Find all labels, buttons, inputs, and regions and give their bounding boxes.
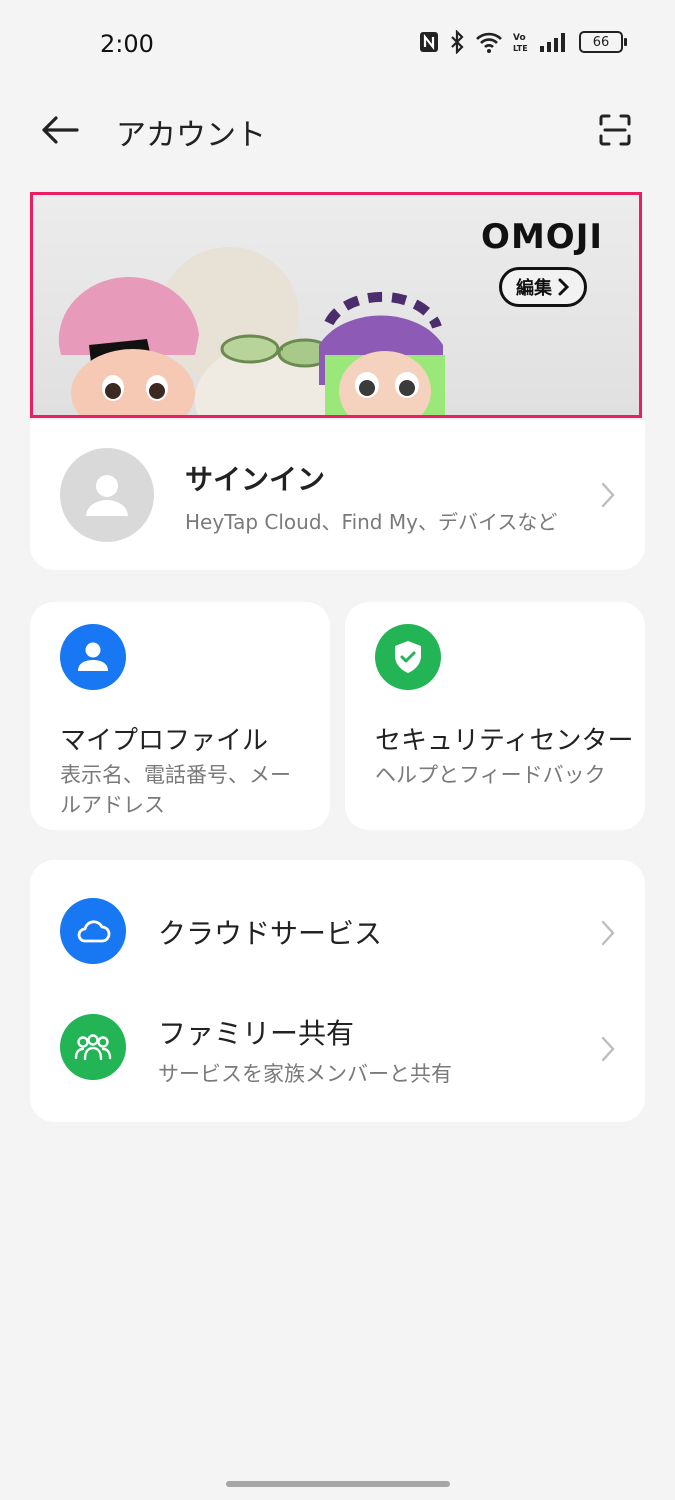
my-profile-subtitle: 表示名、電話番号、メールアドレス	[60, 763, 291, 817]
signal-icon	[540, 33, 565, 52]
back-button[interactable]	[36, 108, 84, 152]
status-time: 2:00	[100, 30, 154, 58]
home-indicator[interactable]	[226, 1481, 450, 1487]
wifi-icon	[476, 32, 502, 53]
avatar	[60, 448, 154, 542]
bluetooth-icon	[451, 30, 464, 54]
my-profile-card[interactable]: マイプロファイル 表示名、電話番号、メールアドレス	[30, 602, 330, 830]
omoji-edit-button[interactable]: 編集	[499, 267, 587, 307]
status-icons: Vo LTE 66	[419, 30, 627, 54]
page-title: アカウント	[116, 118, 266, 153]
family-sharing-title: ファミリー共有	[158, 1017, 355, 1050]
chevron-right-icon	[598, 480, 618, 510]
cloud-icon	[60, 898, 126, 964]
security-center-subtitle: ヘルプとフィードバック	[375, 763, 606, 787]
app-header: アカウント	[0, 90, 675, 170]
battery-level: 66	[592, 34, 610, 50]
signin-title: サインイン	[185, 463, 326, 496]
svg-text:LTE: LTE	[513, 44, 528, 53]
svg-text:Vo: Vo	[513, 33, 526, 43]
omoji-logo: OMOJI	[481, 217, 603, 257]
scan-button[interactable]	[595, 110, 635, 150]
status-bar: 2:00 Vo LTE 66	[0, 0, 675, 90]
family-group-icon	[60, 1014, 126, 1080]
family-sharing-item[interactable]: ファミリー共有 サービスを家族メンバーと共有	[30, 990, 645, 1106]
volte-icon: Vo LTE	[513, 33, 528, 53]
chevron-right-icon	[598, 1034, 618, 1064]
family-sharing-subtitle: サービスを家族メンバーと共有	[158, 1062, 452, 1086]
signin-subtitle: HeyTap Cloud、Find My、デバイスなど	[185, 510, 558, 534]
chevron-right-icon	[558, 278, 570, 296]
nfc-icon	[420, 32, 438, 52]
signin-card[interactable]: サインイン HeyTap Cloud、Find My、デバイスなど	[30, 420, 645, 570]
account-screen: 2:00 Vo LTE 66 アカウント OMOJI 編集 サインイン HeyT…	[0, 0, 675, 1500]
shield-check-icon	[375, 624, 441, 690]
cloud-service-title: クラウドサービス	[158, 917, 383, 950]
battery-icon: 66	[579, 31, 627, 53]
cloud-service-item[interactable]: クラウドサービス	[30, 874, 645, 990]
user-placeholder-icon	[86, 475, 128, 516]
omoji-banner[interactable]: OMOJI 編集	[30, 192, 642, 418]
security-center-title: セキュリティセンター	[375, 726, 634, 756]
chevron-right-icon	[598, 918, 618, 948]
back-arrow-icon	[42, 116, 79, 144]
security-center-card[interactable]: セキュリティセンター ヘルプとフィードバック	[345, 602, 645, 830]
omoji-edit-label: 編集	[516, 278, 552, 299]
my-profile-title: マイプロファイル	[60, 726, 269, 756]
profile-icon	[60, 624, 126, 690]
services-list-card: クラウドサービス ファミリー共有 サービスを家族メンバーと共有	[30, 860, 645, 1122]
scan-icon	[599, 114, 631, 146]
